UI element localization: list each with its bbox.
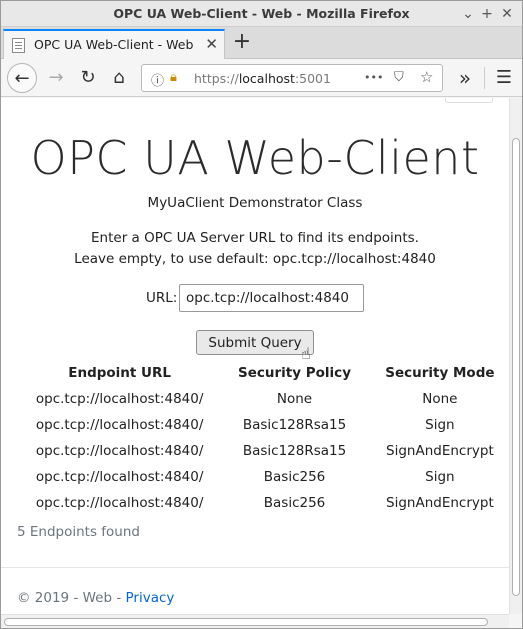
more-icon[interactable]: ••• <box>364 71 383 84</box>
page-title: OPC UA Web-Client <box>30 131 480 185</box>
hamburger-menu-icon[interactable]: ☰ <box>489 63 519 93</box>
endpoint-url-cell: opc.tcp://localhost:4840/ <box>35 443 204 459</box>
lock-icon[interactable]: 🔒︎ <box>170 70 177 85</box>
security-policy-cell: Basic256 <box>263 469 326 485</box>
close-window-icon[interactable]: ✕ <box>498 5 516 23</box>
tab-opc-ua-web-client[interactable]: OPC UA Web-Client - Web ✕ <box>3 29 225 59</box>
page-footer: © 2019 - Web - Privacy <box>17 590 174 606</box>
security-mode-cell: Sign <box>425 417 455 433</box>
url-text[interactable]: https://localhost:5001 <box>194 71 331 86</box>
window-title: OPC UA Web-Client - Web - Mozilla Firefo… <box>113 6 410 21</box>
tab-label: OPC UA Web-Client - Web <box>34 37 194 52</box>
table-row: opc.tcp://localhost:4840/ Basic128Rsa15 … <box>21 438 509 464</box>
navigation-toolbar: ← → ↻ ⌂ ⓘ 🔒︎ https://localhost:5001 ••• … <box>1 59 522 97</box>
close-icon[interactable]: ✕ <box>205 35 218 53</box>
page-viewport: OPC UA Web-Client MyUaClient Demonstrato… <box>1 98 509 614</box>
plus-icon[interactable]: + <box>229 30 255 56</box>
table-row: opc.tcp://localhost:4840/ None None <box>21 386 509 412</box>
overflow-chevrons-icon[interactable]: » <box>450 63 480 93</box>
url-input[interactable] <box>179 284 364 312</box>
security-policy-cell: Basic128Rsa15 <box>242 443 347 459</box>
url-label: URL: <box>146 290 178 306</box>
browser-window: OPC UA Web-Client - Web - Mozilla Firefo… <box>0 0 523 629</box>
security-mode-cell: SignAndEncrypt <box>386 443 494 459</box>
security-mode-cell: None <box>422 391 458 407</box>
page-subtitle: MyUaClient Demonstrator Class <box>147 195 363 211</box>
pocket-icon[interactable]: ⛉ <box>394 70 404 85</box>
table-header-row: Endpoint URL Security Policy Security Mo… <box>21 360 509 386</box>
reload-icon[interactable]: ↻ <box>73 63 103 93</box>
forward-arrow-icon[interactable]: → <box>41 63 71 93</box>
minimize-icon[interactable]: ⌄ <box>459 5 477 23</box>
maximize-icon[interactable]: + <box>478 5 496 23</box>
back-arrow-icon[interactable]: ← <box>7 63 37 93</box>
endpoint-url-cell: opc.tcp://localhost:4840/ <box>35 417 204 433</box>
star-icon[interactable]: ☆ <box>420 68 433 86</box>
privacy-link[interactable]: Privacy <box>126 590 175 606</box>
endpoint-url-cell: opc.tcp://localhost:4840/ <box>35 391 204 407</box>
instruction-text: Enter a OPC UA Server URL to find its en… <box>91 230 419 246</box>
page-icon <box>12 38 25 53</box>
toolbar-divider <box>484 67 485 89</box>
address-bar[interactable]: ⓘ 🔒︎ https://localhost:5001 ••• ⛉ ☆ <box>141 64 443 92</box>
horizontal-scroll-thumb[interactable] <box>4 618 488 626</box>
endpoint-url-cell: opc.tcp://localhost:4840/ <box>35 469 204 485</box>
security-policy-cell: None <box>276 391 313 407</box>
info-icon[interactable]: ⓘ <box>151 70 164 89</box>
vertical-scroll-thumb[interactable] <box>512 138 520 596</box>
endpoint-url-cell: opc.tcp://localhost:4840/ <box>35 495 204 511</box>
table-row: opc.tcp://localhost:4840/ Basic128Rsa15 … <box>21 412 509 438</box>
table-row: opc.tcp://localhost:4840/ Basic256 SignA… <box>21 490 509 516</box>
security-policy-cell: Basic256 <box>263 495 326 511</box>
endpoints-count-text: 5 Endpoints found <box>17 524 140 540</box>
security-mode-cell: Sign <box>425 469 455 485</box>
horizontal-scrollbar[interactable] <box>1 614 509 628</box>
security-mode-cell: SignAndEncrypt <box>386 495 494 511</box>
table-row: opc.tcp://localhost:4840/ Basic256 Sign <box>21 464 509 490</box>
default-hint-text: Leave empty, to use default: opc.tcp://l… <box>74 251 436 267</box>
home-icon[interactable]: ⌂ <box>104 63 134 93</box>
title-bar: OPC UA Web-Client - Web - Mozilla Firefo… <box>1 1 522 27</box>
vertical-scrollbar[interactable] <box>509 98 522 614</box>
security-policy-cell: Basic128Rsa15 <box>242 417 347 433</box>
column-header-security-mode: Security Mode <box>385 365 495 381</box>
footer-divider <box>1 567 509 568</box>
tab-strip: OPC UA Web-Client - Web ✕ + <box>1 27 522 59</box>
column-header-security-policy: Security Policy <box>238 365 351 381</box>
navbar-toggle-stub[interactable] <box>445 98 493 103</box>
copyright-text: © 2019 - Web - <box>17 590 126 606</box>
submit-query-button[interactable]: Submit Query <box>196 330 314 355</box>
column-header-endpoint-url: Endpoint URL <box>68 365 172 381</box>
endpoints-table: Endpoint URL Security Policy Security Mo… <box>21 360 509 516</box>
